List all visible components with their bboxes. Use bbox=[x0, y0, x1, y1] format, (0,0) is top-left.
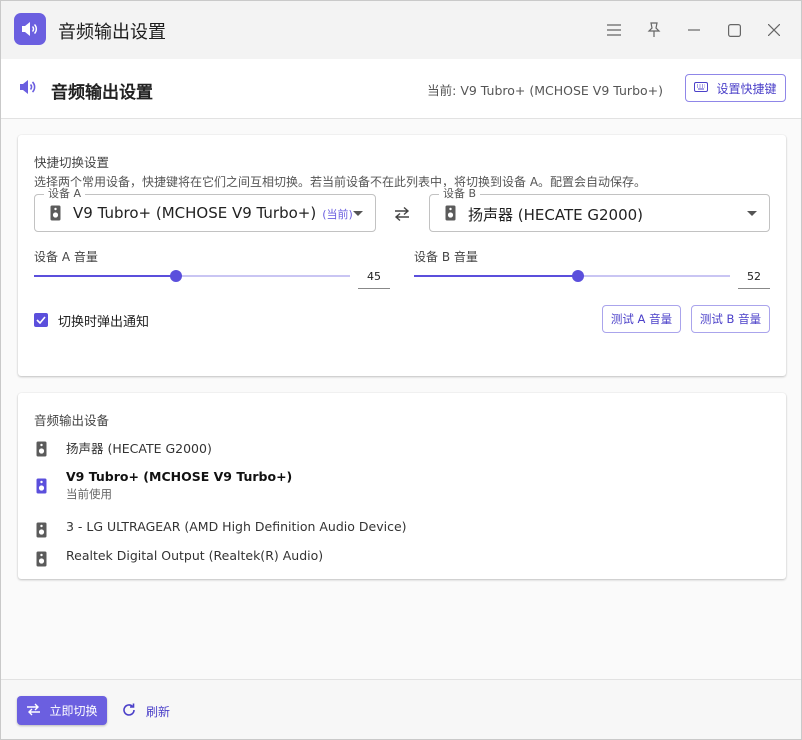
slider-thumb[interactable] bbox=[572, 270, 585, 282]
checkmark-icon bbox=[36, 316, 46, 324]
close-icon[interactable] bbox=[763, 19, 785, 41]
device-a-value: V9 Tubro+ (MCHOSE V9 Turbo+) (当前) bbox=[73, 204, 353, 222]
quick-switch-card: 快捷切换设置 选择两个常用设备，快捷键将在它们之间互相切换。若当前设备不在此列表… bbox=[18, 135, 786, 376]
speaker-icon bbox=[36, 478, 47, 498]
menu-icon[interactable] bbox=[603, 19, 625, 41]
volume-b-value[interactable]: 52 bbox=[738, 269, 770, 289]
speaker-icon bbox=[445, 205, 456, 225]
swap-icon[interactable] bbox=[393, 206, 411, 226]
device-list-item-active[interactable]: V9 Tubro+ (MCHOSE V9 Turbo+) 当前使用 bbox=[34, 469, 770, 503]
dropdown-arrow-icon bbox=[747, 211, 757, 216]
refresh-button[interactable]: 刷新 bbox=[122, 702, 170, 720]
device-name: Realtek Digital Output (Realtek(R) Audio… bbox=[66, 548, 324, 563]
slider-thumb[interactable] bbox=[170, 270, 183, 282]
pin-icon[interactable] bbox=[643, 19, 665, 41]
refresh-label: 刷新 bbox=[146, 704, 171, 719]
title-bar: 音频输出设置 bbox=[1, 1, 801, 59]
device-list-title: 音频输出设备 bbox=[34, 413, 110, 428]
device-b-select[interactable]: 设备 B 扬声器 (HECATE G2000) bbox=[429, 187, 770, 232]
device-a-legend: 设备 A bbox=[44, 187, 86, 201]
slider-fill bbox=[34, 275, 177, 277]
device-a-select[interactable]: 设备 A V9 Tubro+ (MCHOSE V9 Turbo+) (当前) bbox=[34, 187, 376, 232]
slider-fill bbox=[414, 275, 579, 277]
current-device-text: 当前: V9 Tubro+ (MCHOSE V9 Turbo+) bbox=[427, 83, 663, 98]
quick-switch-description: 选择两个常用设备，快捷键将在它们之间互相切换。若当前设备不在此列表中，将切换到设… bbox=[34, 175, 647, 189]
test-b-volume-button[interactable]: 测试 B 音量 bbox=[691, 305, 770, 333]
footer-bar: 立即切换 刷新 bbox=[1, 679, 801, 739]
speaker-icon bbox=[50, 205, 61, 225]
page-header: 音频输出设置 当前: V9 Tubro+ (MCHOSE V9 Turbo+) … bbox=[1, 59, 801, 119]
current-tag: (当前) bbox=[322, 208, 353, 221]
app-window: 音频输出设置 音频输出设置 当前: V9 Tubro+ (MCHOSE V9 T… bbox=[0, 0, 802, 740]
maximize-icon[interactable] bbox=[723, 19, 745, 41]
volume-a-label: 设备 A 音量 bbox=[34, 250, 98, 264]
set-shortcut-button[interactable]: 设置快捷键 bbox=[685, 74, 786, 102]
volume-a-value[interactable]: 45 bbox=[358, 269, 390, 289]
device-b-value: 扬声器 (HECATE G2000) bbox=[468, 206, 644, 224]
switch-now-label: 立即切换 bbox=[49, 704, 98, 718]
speaker-icon bbox=[36, 441, 47, 461]
minimize-icon[interactable] bbox=[683, 19, 705, 41]
device-name: V9 Tubro+ (MCHOSE V9 Turbo+) bbox=[66, 469, 293, 484]
page-title: 音频输出设置 bbox=[51, 83, 153, 103]
swap-icon bbox=[26, 703, 41, 719]
notify-checkbox[interactable] bbox=[34, 313, 48, 327]
device-name: 扬声器 (HECATE G2000) bbox=[66, 441, 212, 456]
volume-a-slider[interactable] bbox=[34, 269, 350, 283]
volume-b-label: 设备 B 音量 bbox=[414, 250, 478, 264]
device-status: 当前使用 bbox=[66, 487, 112, 501]
device-list-item[interactable]: 3 - LG ULTRAGEAR (AMD High Definition Au… bbox=[34, 519, 770, 543]
set-shortcut-label: 设置快捷键 bbox=[716, 81, 777, 96]
device-list-card: 音频输出设备 扬声器 (HECATE G2000) V9 Tubro+ (MCH… bbox=[18, 393, 786, 579]
dropdown-arrow-icon bbox=[353, 211, 363, 216]
quick-switch-title: 快捷切换设置 bbox=[34, 155, 110, 170]
device-b-legend: 设备 B bbox=[439, 187, 481, 201]
device-list-item[interactable]: Realtek Digital Output (Realtek(R) Audio… bbox=[34, 548, 770, 572]
device-name: 3 - LG ULTRAGEAR (AMD High Definition Au… bbox=[66, 519, 407, 534]
volume-icon bbox=[19, 79, 37, 99]
window-title: 音频输出设置 bbox=[58, 22, 166, 43]
test-a-volume-button[interactable]: 测试 A 音量 bbox=[602, 305, 681, 333]
app-speaker-icon bbox=[14, 13, 46, 45]
speaker-icon bbox=[36, 522, 47, 542]
notify-label[interactable]: 切换时弹出通知 bbox=[58, 311, 149, 330]
volume-b-slider[interactable] bbox=[414, 269, 730, 283]
speaker-icon bbox=[36, 551, 47, 571]
device-list-item[interactable]: 扬声器 (HECATE G2000) bbox=[34, 438, 770, 462]
switch-now-button[interactable]: 立即切换 bbox=[17, 696, 107, 725]
refresh-icon bbox=[122, 703, 136, 720]
keyboard-icon bbox=[694, 81, 709, 95]
